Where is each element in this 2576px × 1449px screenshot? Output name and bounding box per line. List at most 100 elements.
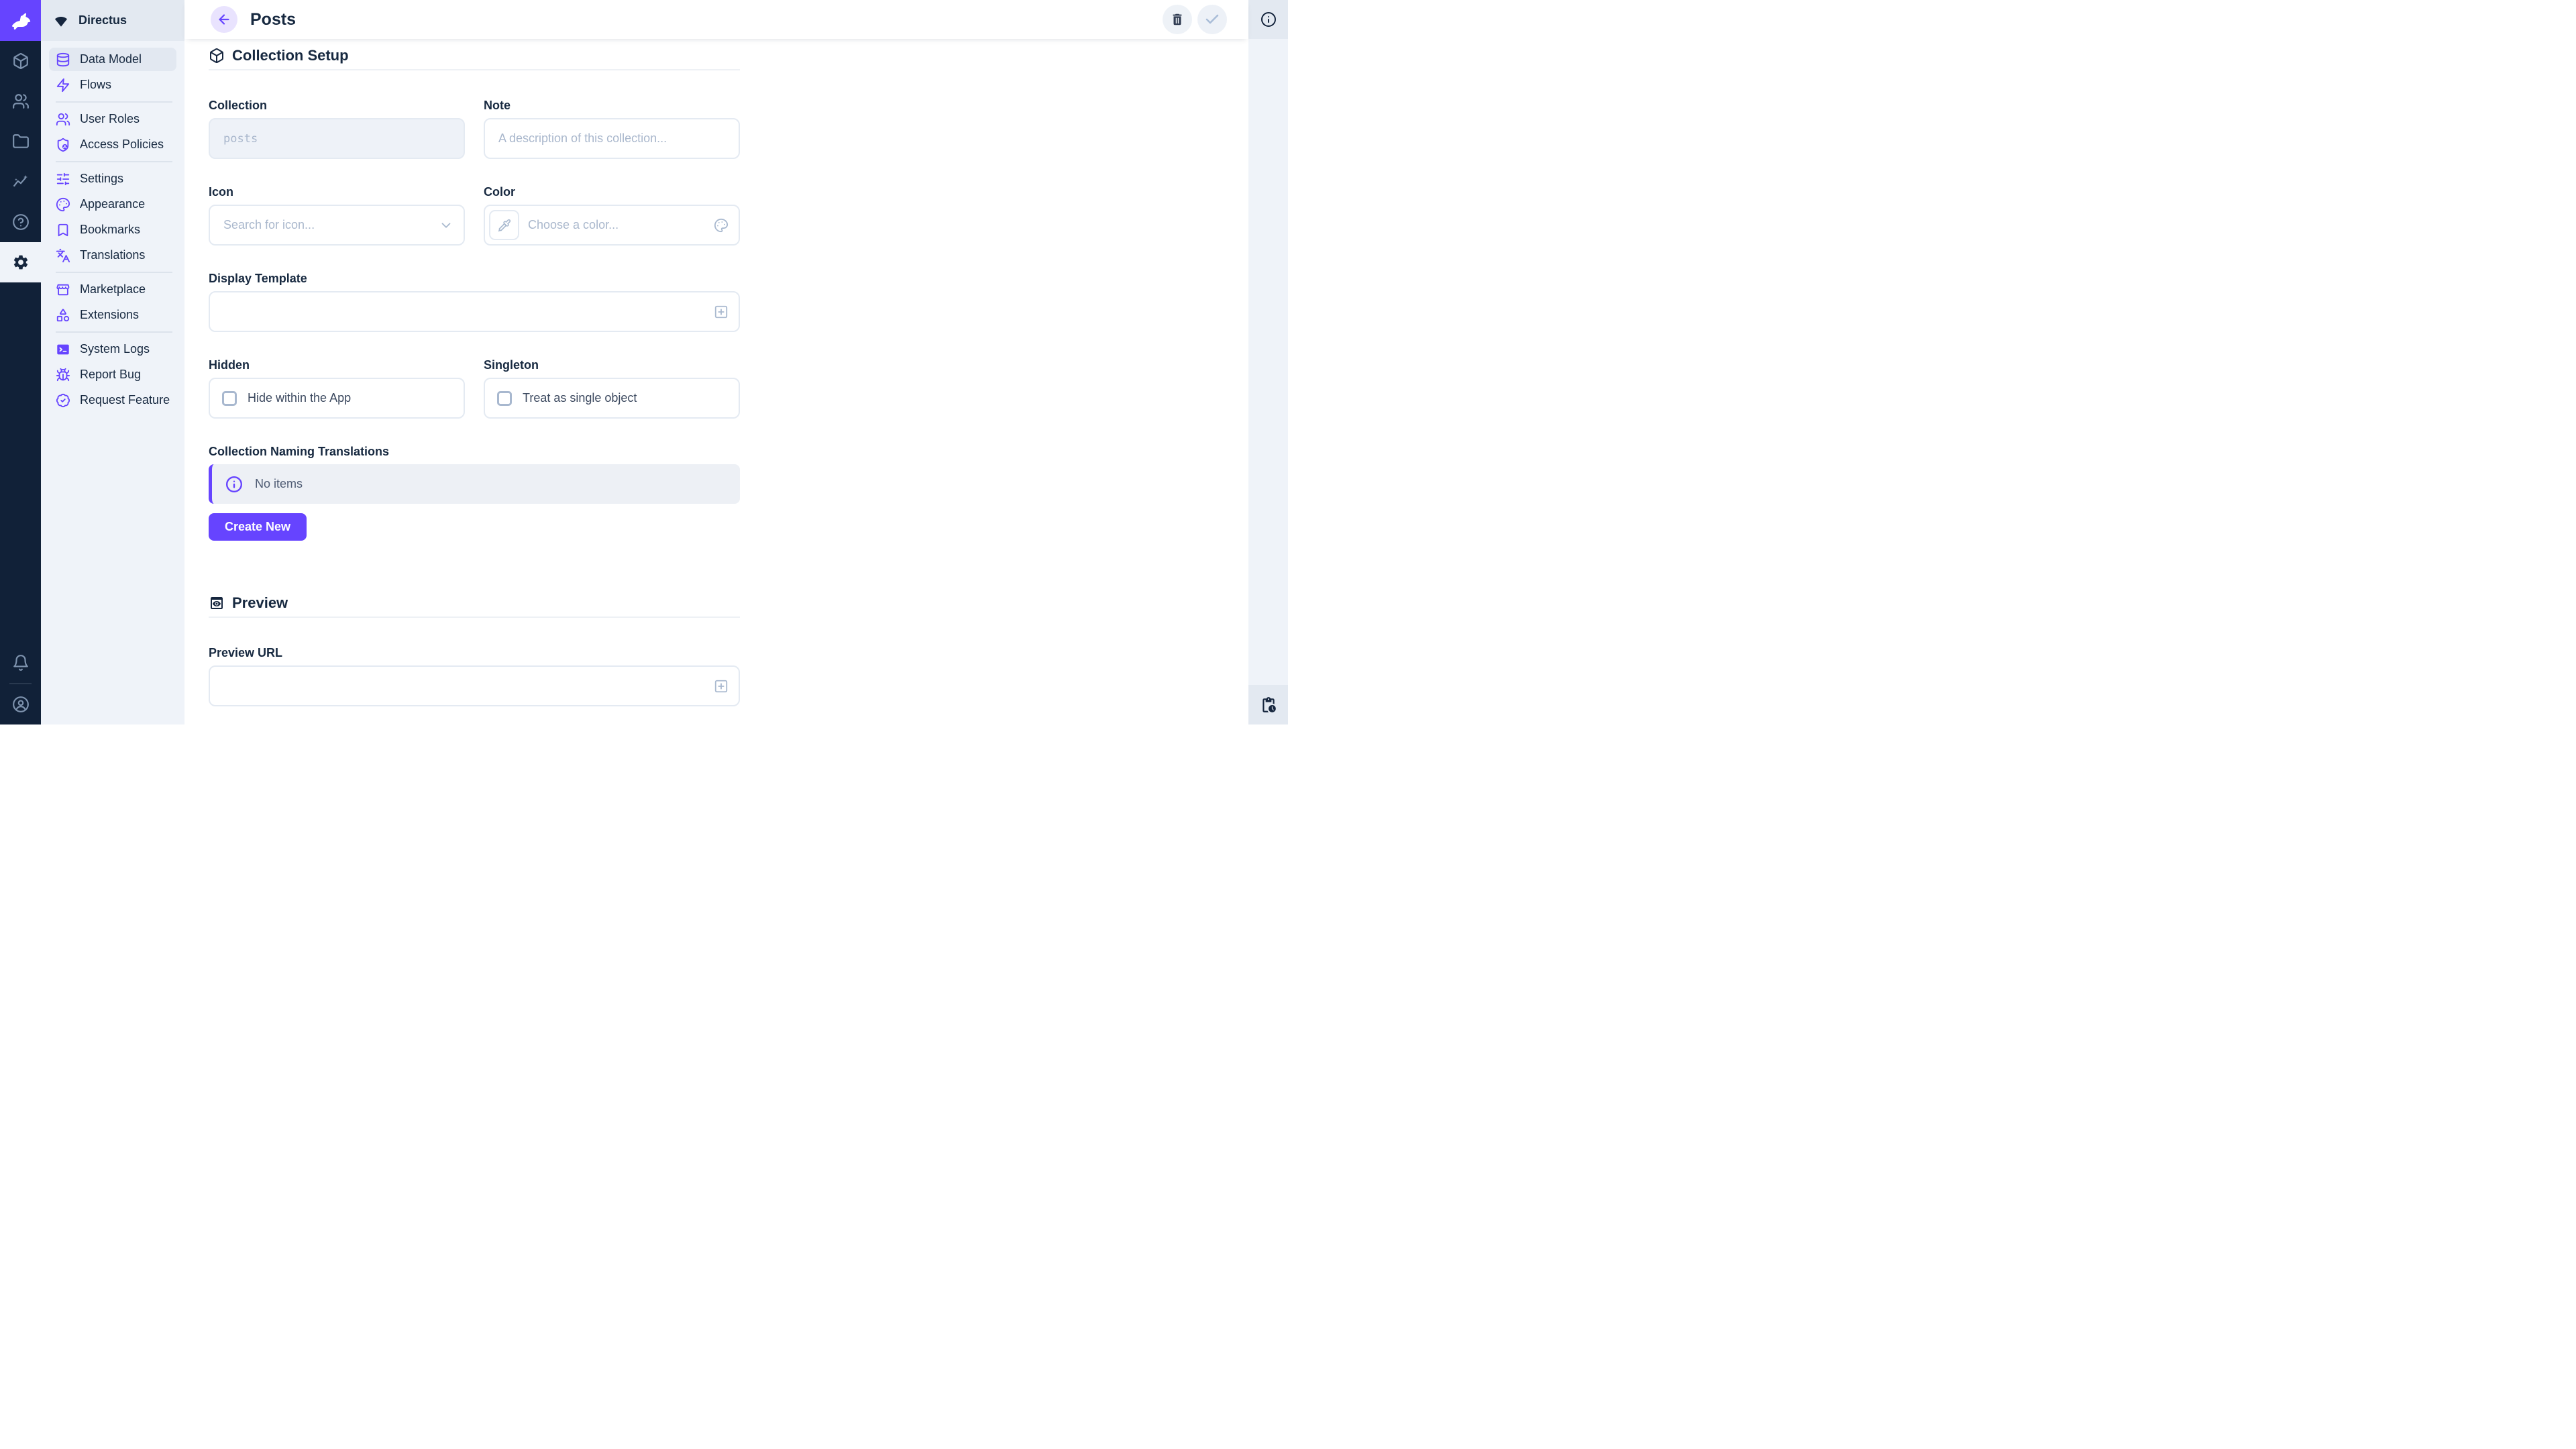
sidebar-item-settings[interactable]: Settings: [49, 167, 176, 191]
content-scroll[interactable]: Collection Setup Collection Note: [184, 39, 1248, 724]
bolt-icon: [56, 78, 70, 93]
account-button[interactable]: [0, 684, 41, 724]
project-name: Directus: [78, 13, 127, 28]
nav-list: Data Model Flows User Roles Access Polic…: [41, 41, 184, 421]
field-preview-url: Preview URL: [209, 645, 740, 706]
sidebar-item-access-policies[interactable]: Access Policies: [49, 133, 176, 156]
shapes-icon: [56, 308, 70, 323]
sidebar-item-appearance[interactable]: Appearance: [49, 193, 176, 216]
section-title-collection-setup: Collection Setup: [209, 46, 740, 65]
field-label: Hidden: [209, 358, 465, 372]
arrow-left-icon: [217, 12, 231, 27]
field-label: Note: [484, 98, 740, 113]
preview-section: Preview Preview URL: [209, 594, 740, 706]
collection-input[interactable]: [209, 118, 465, 159]
revisions-sidebar-button[interactable]: [1248, 685, 1288, 724]
sidebar-item-label: Translations: [80, 248, 145, 262]
module-insights[interactable]: [0, 162, 41, 202]
empty-items-text: No items: [255, 477, 303, 491]
badge-check-icon: [56, 393, 70, 408]
field-collection: Collection: [209, 98, 465, 159]
nav-divider: [56, 161, 172, 162]
field-naming-translations: Collection Naming Translations No items …: [209, 444, 740, 541]
sidebar-item-bookmarks[interactable]: Bookmarks: [49, 218, 176, 241]
storefront-icon: [56, 282, 70, 297]
header-actions: [1163, 5, 1227, 34]
note-input[interactable]: [484, 118, 740, 159]
box-icon: [209, 48, 225, 64]
palette-icon: [56, 197, 70, 212]
section-title-preview: Preview: [209, 594, 740, 612]
hidden-checkbox[interactable]: [222, 391, 237, 406]
sidebar-item-label: Bookmarks: [80, 223, 140, 237]
sidebar-item-system-logs[interactable]: System Logs: [49, 337, 176, 361]
delete-button[interactable]: [1163, 5, 1192, 34]
insights-icon: [12, 173, 30, 191]
sidebar-item-report-bug[interactable]: Report Bug: [49, 363, 176, 386]
field-label: Singleton: [484, 358, 740, 372]
check-icon: [1204, 11, 1220, 28]
sidebar-item-request-feature[interactable]: Request Feature: [49, 388, 176, 412]
field-icon: Icon: [209, 184, 465, 246]
main-area: Posts Collection Setup Colle: [184, 0, 1248, 724]
nav-divider: [56, 272, 172, 273]
sidebar-item-label: Report Bug: [80, 368, 141, 382]
hidden-checkbox-row[interactable]: Hide within the App: [209, 378, 465, 419]
info-icon: [1260, 11, 1277, 28]
chevron-down-icon[interactable]: [439, 218, 453, 233]
users-icon: [56, 112, 70, 127]
singleton-checkbox[interactable]: [497, 391, 512, 406]
sidebar-item-user-roles[interactable]: User Roles: [49, 107, 176, 131]
add-field-icon[interactable]: [714, 305, 729, 319]
directus-logo[interactable]: [0, 0, 41, 41]
eyedropper-button[interactable]: [489, 210, 519, 240]
info-sidebar-button[interactable]: [1248, 0, 1288, 39]
field-display-template: Display Template: [209, 271, 740, 332]
icon-select-input[interactable]: [209, 205, 465, 246]
singleton-checkbox-row[interactable]: Treat as single object: [484, 378, 740, 419]
people-icon: [12, 93, 30, 110]
field-label: Color: [484, 184, 740, 199]
field-label: Collection Naming Translations: [209, 444, 740, 459]
project-bar[interactable]: Directus: [41, 0, 184, 41]
module-user-directory[interactable]: [0, 81, 41, 121]
save-button[interactable]: [1197, 5, 1227, 34]
create-new-button[interactable]: Create New: [209, 513, 307, 541]
module-file-library[interactable]: [0, 121, 41, 162]
nav-divider: [56, 331, 172, 333]
sidebar-item-label: Request Feature: [80, 393, 170, 407]
sidebar-item-label: Appearance: [80, 197, 145, 211]
palette-icon[interactable]: [714, 218, 729, 233]
back-button[interactable]: [211, 6, 237, 33]
display-template-input[interactable]: [209, 291, 740, 332]
nav-sidebar: Directus Data Model Flows User Roles Acc…: [41, 0, 184, 724]
box-icon: [12, 52, 30, 70]
preview-url-input[interactable]: [209, 665, 740, 706]
empty-items-notice: No items: [209, 464, 740, 504]
sidebar-item-label: Data Model: [80, 52, 142, 66]
sidebar-item-flows[interactable]: Flows: [49, 73, 176, 97]
module-content[interactable]: [0, 41, 41, 81]
sidebar-item-label: Settings: [80, 172, 123, 186]
gear-icon: [12, 254, 30, 271]
field-hidden: Hidden Hide within the App: [209, 358, 465, 419]
bell-icon: [12, 654, 30, 672]
sidebar-item-extensions[interactable]: Extensions: [49, 303, 176, 327]
eyedropper-icon: [498, 219, 511, 232]
bug-icon: [56, 368, 70, 382]
trash-icon: [1170, 12, 1185, 27]
notifications-button[interactable]: [0, 643, 41, 683]
module-documentation[interactable]: [0, 202, 41, 242]
page-title: Posts: [250, 10, 296, 30]
add-field-icon[interactable]: [714, 679, 729, 694]
sidebar-item-data-model[interactable]: Data Model: [49, 48, 176, 71]
sidebar-item-marketplace[interactable]: Marketplace: [49, 278, 176, 301]
checkbox-label: Hide within the App: [248, 391, 351, 405]
sidebar-item-label: User Roles: [80, 112, 140, 126]
terminal-icon: [56, 342, 70, 357]
section-divider: [209, 616, 740, 618]
sidebar-item-translations[interactable]: Translations: [49, 244, 176, 267]
module-settings[interactable]: [0, 242, 41, 282]
right-sidebar-strip: [1248, 0, 1288, 724]
color-input[interactable]: [484, 205, 740, 246]
